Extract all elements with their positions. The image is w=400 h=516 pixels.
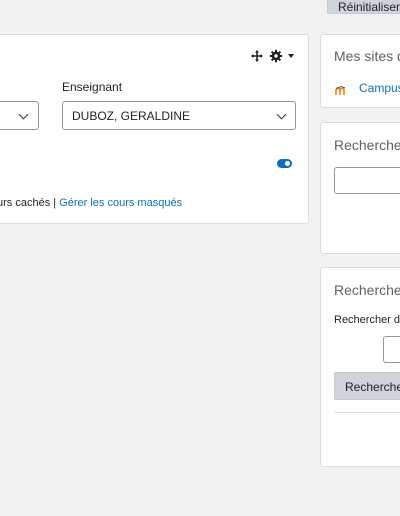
teacher-select[interactable]: DUBOZ, GERALDINE bbox=[62, 101, 296, 130]
hidden-courses-line: urs cachés | Gérer les cours masqués bbox=[0, 197, 182, 209]
course-search-title: Rechercher bbox=[334, 282, 400, 298]
my-sites-card: Mes sites d Campus bbox=[320, 34, 400, 108]
filter-select[interactable] bbox=[0, 101, 39, 130]
manage-hidden-courses-link[interactable]: Gérer les cours masqués bbox=[59, 197, 182, 209]
gear-icon[interactable] bbox=[269, 49, 283, 63]
chevron-down-icon bbox=[276, 109, 287, 120]
search-title: Recherche bbox=[334, 137, 400, 153]
course-search-button[interactable]: Rechercher bbox=[334, 372, 400, 400]
reset-button[interactable]: Réinitialiser bbox=[327, 0, 400, 14]
teacher-label: Enseignant bbox=[62, 80, 123, 94]
course-search-button-label: Rechercher bbox=[345, 380, 400, 394]
course-search-label: Rechercher d bbox=[334, 314, 400, 326]
course-search-card: Rechercher Rechercher d Rechercher bbox=[320, 267, 400, 467]
teacher-select-value: DUBOZ, GERALDINE bbox=[72, 109, 191, 123]
hidden-courses-text: urs cachés bbox=[0, 197, 51, 209]
my-sites-title: Mes sites d bbox=[334, 48, 400, 64]
course-search-input[interactable] bbox=[383, 336, 400, 363]
course-filter-card: Enseignant DUBOZ, GERALDINE urs cachés |… bbox=[0, 34, 309, 224]
reset-button-label: Réinitialiser bbox=[338, 0, 400, 14]
campus-link[interactable]: Campus bbox=[359, 81, 400, 95]
move-icon[interactable] bbox=[250, 49, 264, 63]
separator: | bbox=[53, 197, 57, 209]
divider bbox=[334, 412, 400, 413]
caret-down-icon[interactable] bbox=[288, 54, 294, 58]
toggle-knob bbox=[285, 161, 290, 166]
chevron-down-icon bbox=[18, 109, 29, 120]
search-card: Recherche bbox=[320, 122, 400, 254]
moodle-icon bbox=[335, 83, 347, 95]
search-input[interactable] bbox=[334, 167, 400, 194]
toggle-switch[interactable] bbox=[277, 159, 292, 168]
